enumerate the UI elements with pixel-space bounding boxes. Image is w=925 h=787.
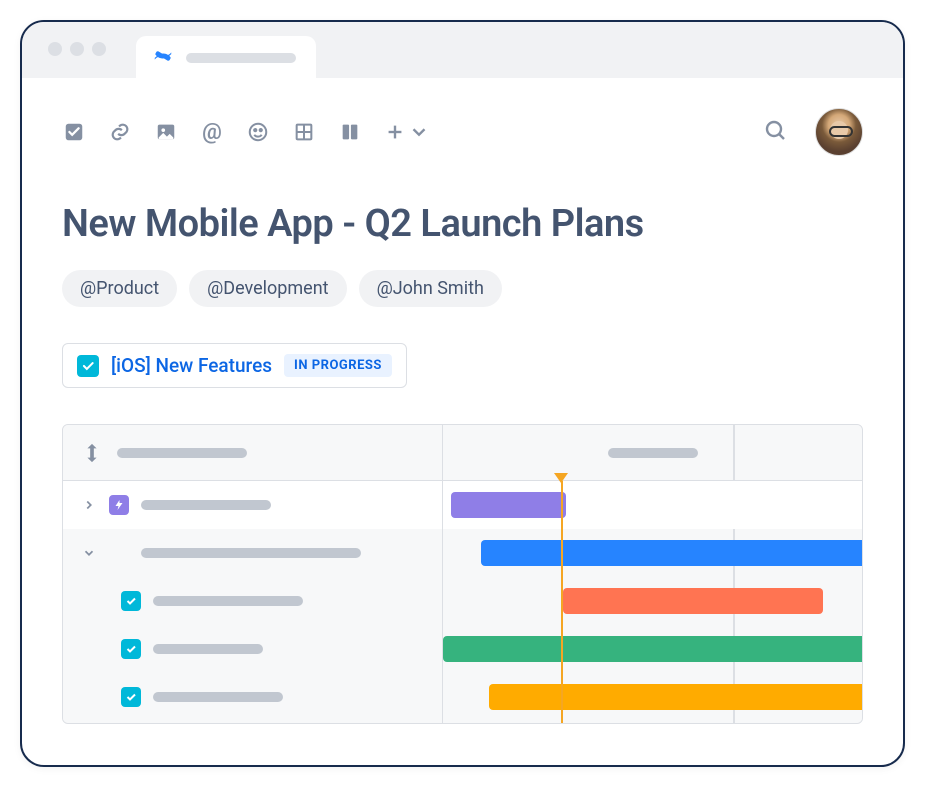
chevron-down-icon[interactable]: [81, 545, 97, 561]
page-title: New Mobile App - Q2 Launch Plans: [62, 202, 863, 246]
window-controls: [48, 42, 106, 56]
roadmap-task-row[interactable]: [63, 673, 442, 721]
page-content: @ Ne: [22, 78, 903, 724]
issue-title: [iOS] New Features: [111, 354, 272, 377]
gantt-bar[interactable]: [489, 684, 863, 710]
image-icon[interactable]: [154, 120, 178, 144]
search-icon[interactable]: [763, 118, 787, 146]
roadmap-task-row[interactable]: [63, 625, 442, 673]
window-titlebar: [22, 22, 903, 78]
placeholder-text: [153, 692, 283, 702]
timeline-row: [443, 481, 862, 529]
insert-more-button[interactable]: [384, 120, 430, 144]
emoji-icon[interactable]: [246, 120, 270, 144]
gantt-bar[interactable]: [443, 636, 863, 662]
placeholder-text: [153, 596, 303, 606]
window-dot[interactable]: [70, 42, 84, 56]
avatar[interactable]: [815, 108, 863, 156]
placeholder-text: [608, 448, 698, 458]
header-right: [763, 108, 863, 156]
table-icon[interactable]: [292, 120, 316, 144]
roadmap-epic-row[interactable]: [63, 481, 442, 529]
mention-tags: @Product @Development @John Smith: [62, 270, 863, 307]
browser-tab[interactable]: [136, 36, 316, 78]
epic-icon: [109, 495, 129, 515]
jira-issue-card[interactable]: [iOS] New Features IN PROGRESS: [62, 343, 407, 388]
roadmap-sidebar: [63, 425, 443, 723]
confluence-icon: [152, 45, 174, 71]
roadmap-header-right: [443, 425, 862, 481]
action-item-icon[interactable]: [62, 120, 86, 144]
roadmap-panel: [62, 424, 863, 724]
tab-title-placeholder: [186, 53, 296, 63]
chevron-right-icon[interactable]: [81, 497, 97, 513]
roadmap-timeline[interactable]: [443, 425, 862, 723]
today-line: [561, 481, 563, 723]
window-dot[interactable]: [92, 42, 106, 56]
gantt-bar[interactable]: [563, 588, 823, 614]
task-type-icon: [121, 687, 141, 707]
app-window: @ Ne: [20, 20, 905, 767]
placeholder-text: [153, 644, 263, 654]
task-type-icon: [77, 355, 99, 377]
mention-icon[interactable]: @: [200, 120, 224, 144]
status-badge: IN PROGRESS: [284, 354, 392, 377]
gantt-bar[interactable]: [481, 540, 863, 566]
timeline-row: [443, 577, 862, 625]
task-type-icon: [121, 591, 141, 611]
mention-tag[interactable]: @Product: [62, 270, 177, 307]
task-type-icon: [121, 639, 141, 659]
gantt-bar[interactable]: [451, 492, 566, 518]
placeholder-text: [141, 548, 361, 558]
timeline-row: [443, 529, 862, 577]
mention-tag[interactable]: @Development: [189, 270, 346, 307]
placeholder-text: [141, 500, 271, 510]
jira-icon: [81, 442, 103, 464]
roadmap-task-row[interactable]: [63, 577, 442, 625]
link-icon[interactable]: [108, 120, 132, 144]
placeholder-text: [117, 448, 247, 458]
editor-toolbar: @: [62, 120, 430, 144]
timeline-row: [443, 625, 862, 673]
layout-icon[interactable]: [338, 120, 362, 144]
roadmap-epic-row[interactable]: [63, 529, 442, 577]
window-dot[interactable]: [48, 42, 62, 56]
editor-toolbar-row: @: [62, 108, 863, 156]
roadmap-header-left: [63, 425, 442, 481]
timeline-row: [443, 673, 862, 721]
mention-tag[interactable]: @John Smith: [359, 270, 502, 307]
